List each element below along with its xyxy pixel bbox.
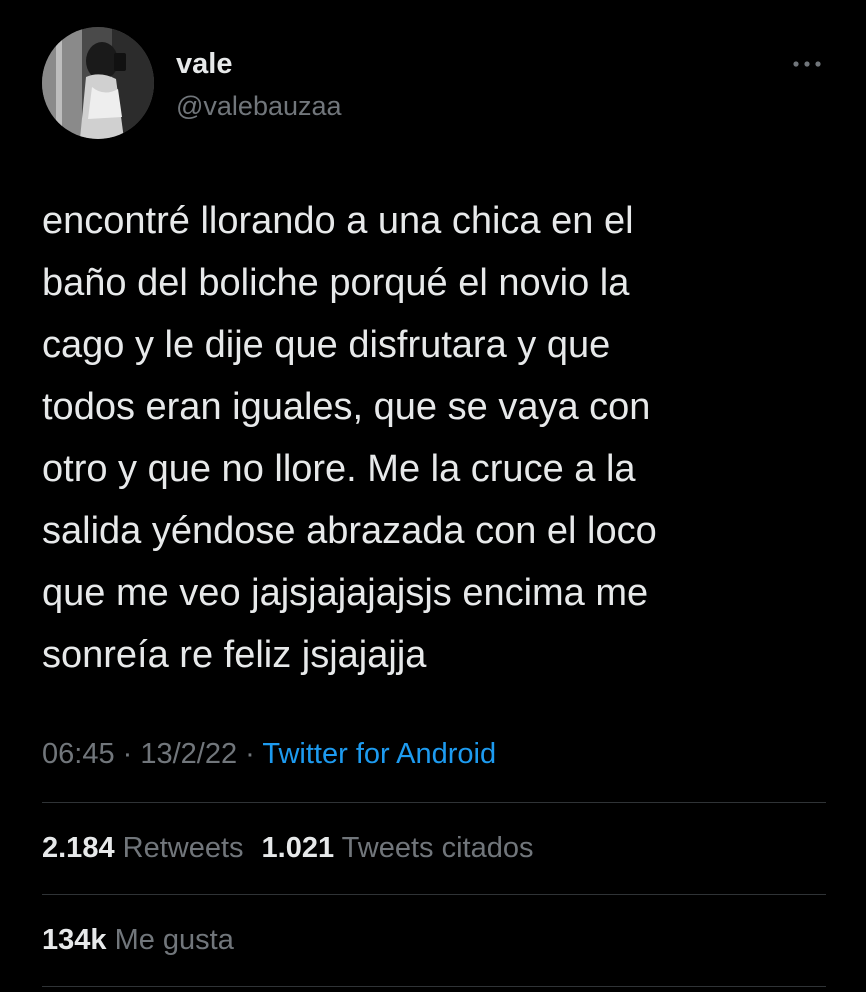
meta-separator: · bbox=[114, 738, 141, 770]
profile-photo bbox=[42, 27, 154, 139]
quotes-stat[interactable]: 1.021 Tweets citados bbox=[262, 832, 534, 864]
meta-separator: · bbox=[237, 738, 263, 770]
display-name[interactable]: vale bbox=[176, 46, 232, 82]
user-handle[interactable]: @valebauzaa bbox=[176, 89, 342, 123]
retweets-count: 2.184 bbox=[42, 832, 115, 864]
retweet-quote-stats: 2.184 Retweets 1.021 Tweets citados bbox=[42, 828, 533, 868]
likes-label: Me gusta bbox=[114, 924, 234, 956]
avatar[interactable] bbox=[42, 27, 154, 139]
tweet-source-link[interactable]: Twitter for Android bbox=[262, 738, 496, 770]
quotes-count: 1.021 bbox=[261, 832, 335, 864]
divider bbox=[42, 802, 826, 803]
retweets-stat[interactable]: 2.184 Retweets bbox=[42, 832, 244, 864]
tweet-text: encontré llorando a una chica en el baño… bbox=[42, 200, 657, 676]
tweet-time[interactable]: 06:45 bbox=[42, 738, 115, 770]
tweet-detail: vale @valebauzaa encontré llorando a una… bbox=[0, 0, 866, 992]
likes-stat[interactable]: 134k Me gusta bbox=[42, 924, 234, 956]
likes-count: 134k bbox=[42, 924, 107, 956]
divider bbox=[42, 986, 826, 987]
divider bbox=[42, 894, 826, 895]
tweet-metadata: 06:45 · 13/2/22 · Twitter for Android bbox=[42, 734, 496, 774]
likes-stats: 134k Me gusta bbox=[42, 920, 234, 960]
retweets-label: Retweets bbox=[122, 832, 244, 864]
tweet-date[interactable]: 13/2/22 bbox=[140, 738, 237, 770]
quotes-label: Tweets citados bbox=[341, 832, 534, 864]
more-dots-icon[interactable] bbox=[788, 52, 826, 76]
